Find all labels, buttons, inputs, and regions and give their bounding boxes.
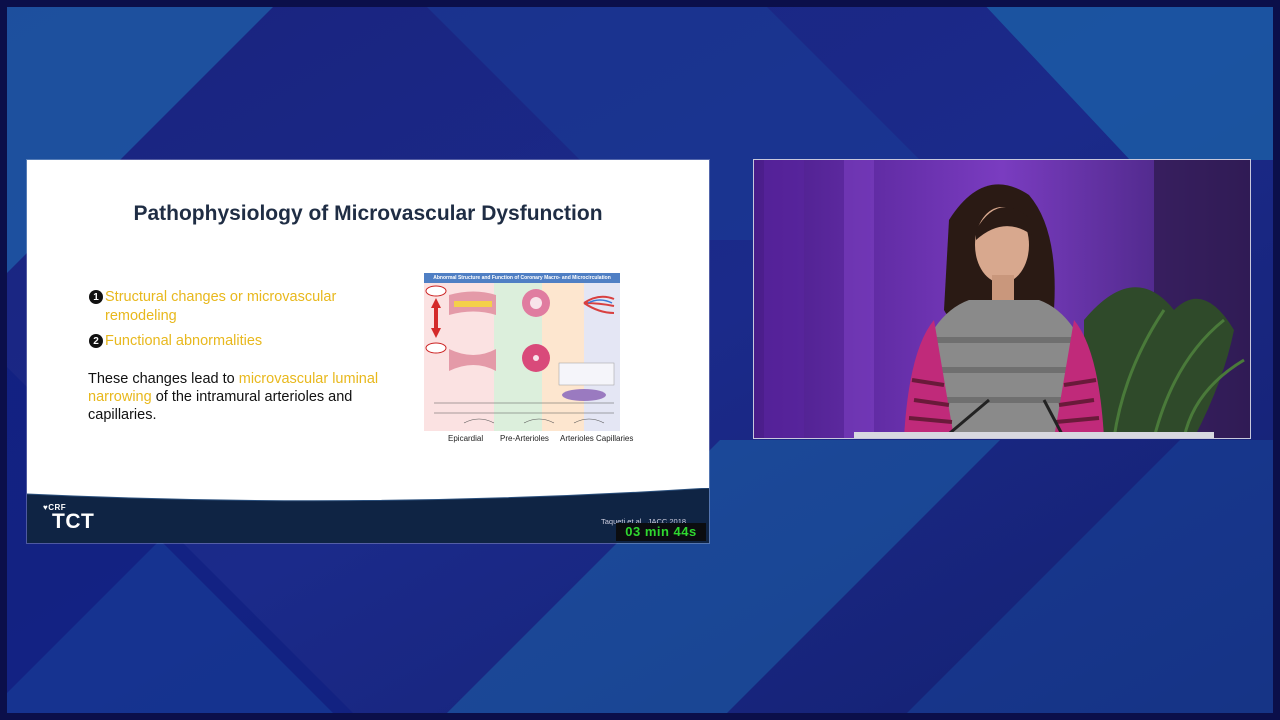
bullet-text: Functional abnormalities xyxy=(105,333,263,349)
slide-footer-band xyxy=(27,488,709,543)
slide-description: These changes lead to microvascular lumi… xyxy=(88,370,408,424)
figure-label-arterioles-capillaries: Arterioles Capillaries xyxy=(560,434,634,443)
bullet-list: 1 Structural changes or microvascular re… xyxy=(89,288,389,357)
bullet-item: 1 Structural changes or microvascular re… xyxy=(89,288,389,326)
figure-label-epicardial: Epicardial xyxy=(448,434,484,443)
figure-illustration xyxy=(425,285,615,424)
speaker-video xyxy=(753,159,1251,439)
figure-axis-labels: Epicardial Pre-Arterioles Arterioles Cap… xyxy=(422,434,662,448)
speaker-video-frame xyxy=(754,160,1250,438)
bullet-text: Structural changes or microvascular remo… xyxy=(105,289,337,324)
bullet-number-badge: 2 xyxy=(89,334,103,348)
figure-label-pre-arterioles: Pre-Arterioles xyxy=(500,434,549,443)
countdown-timer: 03 min 44s xyxy=(616,523,706,541)
bullet-number-badge: 1 xyxy=(89,290,103,304)
description-text: These changes lead to xyxy=(88,371,239,387)
slide-title: Pathophysiology of Microvascular Dysfunc… xyxy=(133,202,603,225)
bullet-item: 2 Functional abnormalities xyxy=(89,332,389,351)
pathophysiology-figure: Abnormal Structure and Function of Coron… xyxy=(424,273,620,431)
presentation-slide: Pathophysiology of Microvascular Dysfunc… xyxy=(27,160,709,543)
logo-brand: TCT xyxy=(52,510,95,533)
tct-logo: ♥CRF TCT xyxy=(43,503,94,534)
